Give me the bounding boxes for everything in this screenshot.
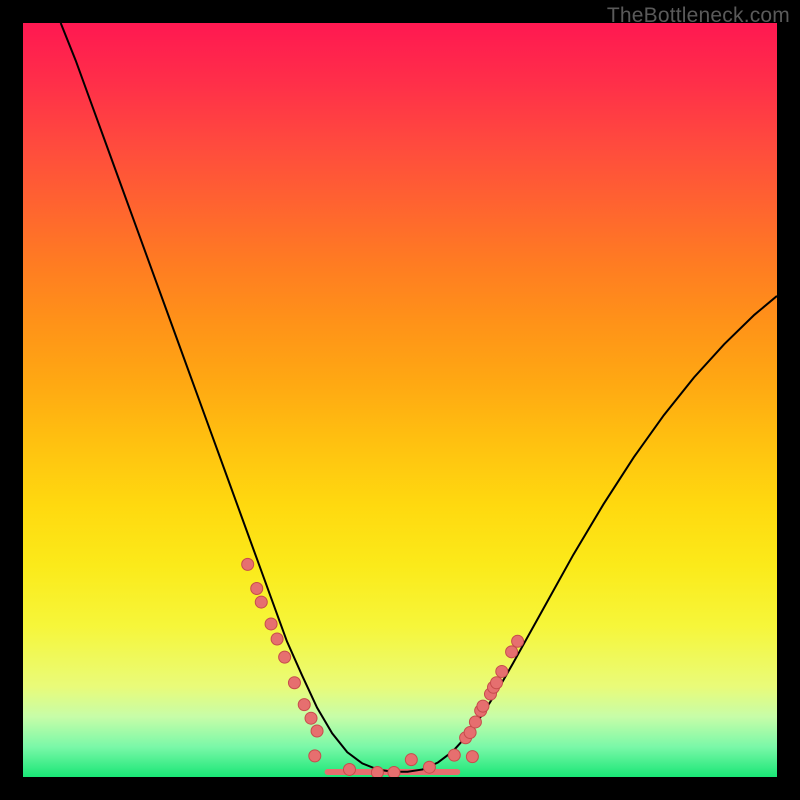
left-cluster-marker: [288, 677, 300, 689]
left-cluster-marker: [265, 618, 277, 630]
bottleneck-curve-line: [61, 23, 777, 772]
chart-frame: TheBottleneck.com: [0, 0, 800, 800]
plot-area: [23, 23, 777, 777]
left-cluster-marker: [371, 766, 383, 777]
right-cluster-marker: [477, 700, 489, 712]
left-cluster-marker: [255, 596, 267, 608]
right-cluster-marker: [466, 751, 478, 763]
right-cluster-marker: [469, 716, 481, 728]
left-cluster-marker: [309, 750, 321, 762]
left-cluster-marker: [298, 699, 310, 711]
markers-group: [242, 558, 524, 777]
right-cluster-marker: [448, 749, 460, 761]
left-cluster-marker: [279, 651, 291, 663]
left-cluster-marker: [388, 766, 400, 777]
right-cluster-marker: [496, 665, 508, 677]
left-cluster-marker: [305, 712, 317, 724]
left-cluster-marker: [242, 558, 254, 570]
chart-svg: [23, 23, 777, 777]
left-cluster-marker: [271, 633, 283, 645]
left-cluster-marker: [343, 763, 355, 775]
left-cluster-marker: [251, 583, 263, 595]
right-cluster-marker: [512, 635, 524, 647]
watermark-text: TheBottleneck.com: [607, 4, 790, 28]
right-cluster-marker: [423, 761, 435, 773]
right-cluster-marker: [491, 677, 503, 689]
right-cluster-marker: [405, 754, 417, 766]
right-cluster-marker: [506, 646, 518, 658]
left-cluster-marker: [311, 725, 323, 737]
